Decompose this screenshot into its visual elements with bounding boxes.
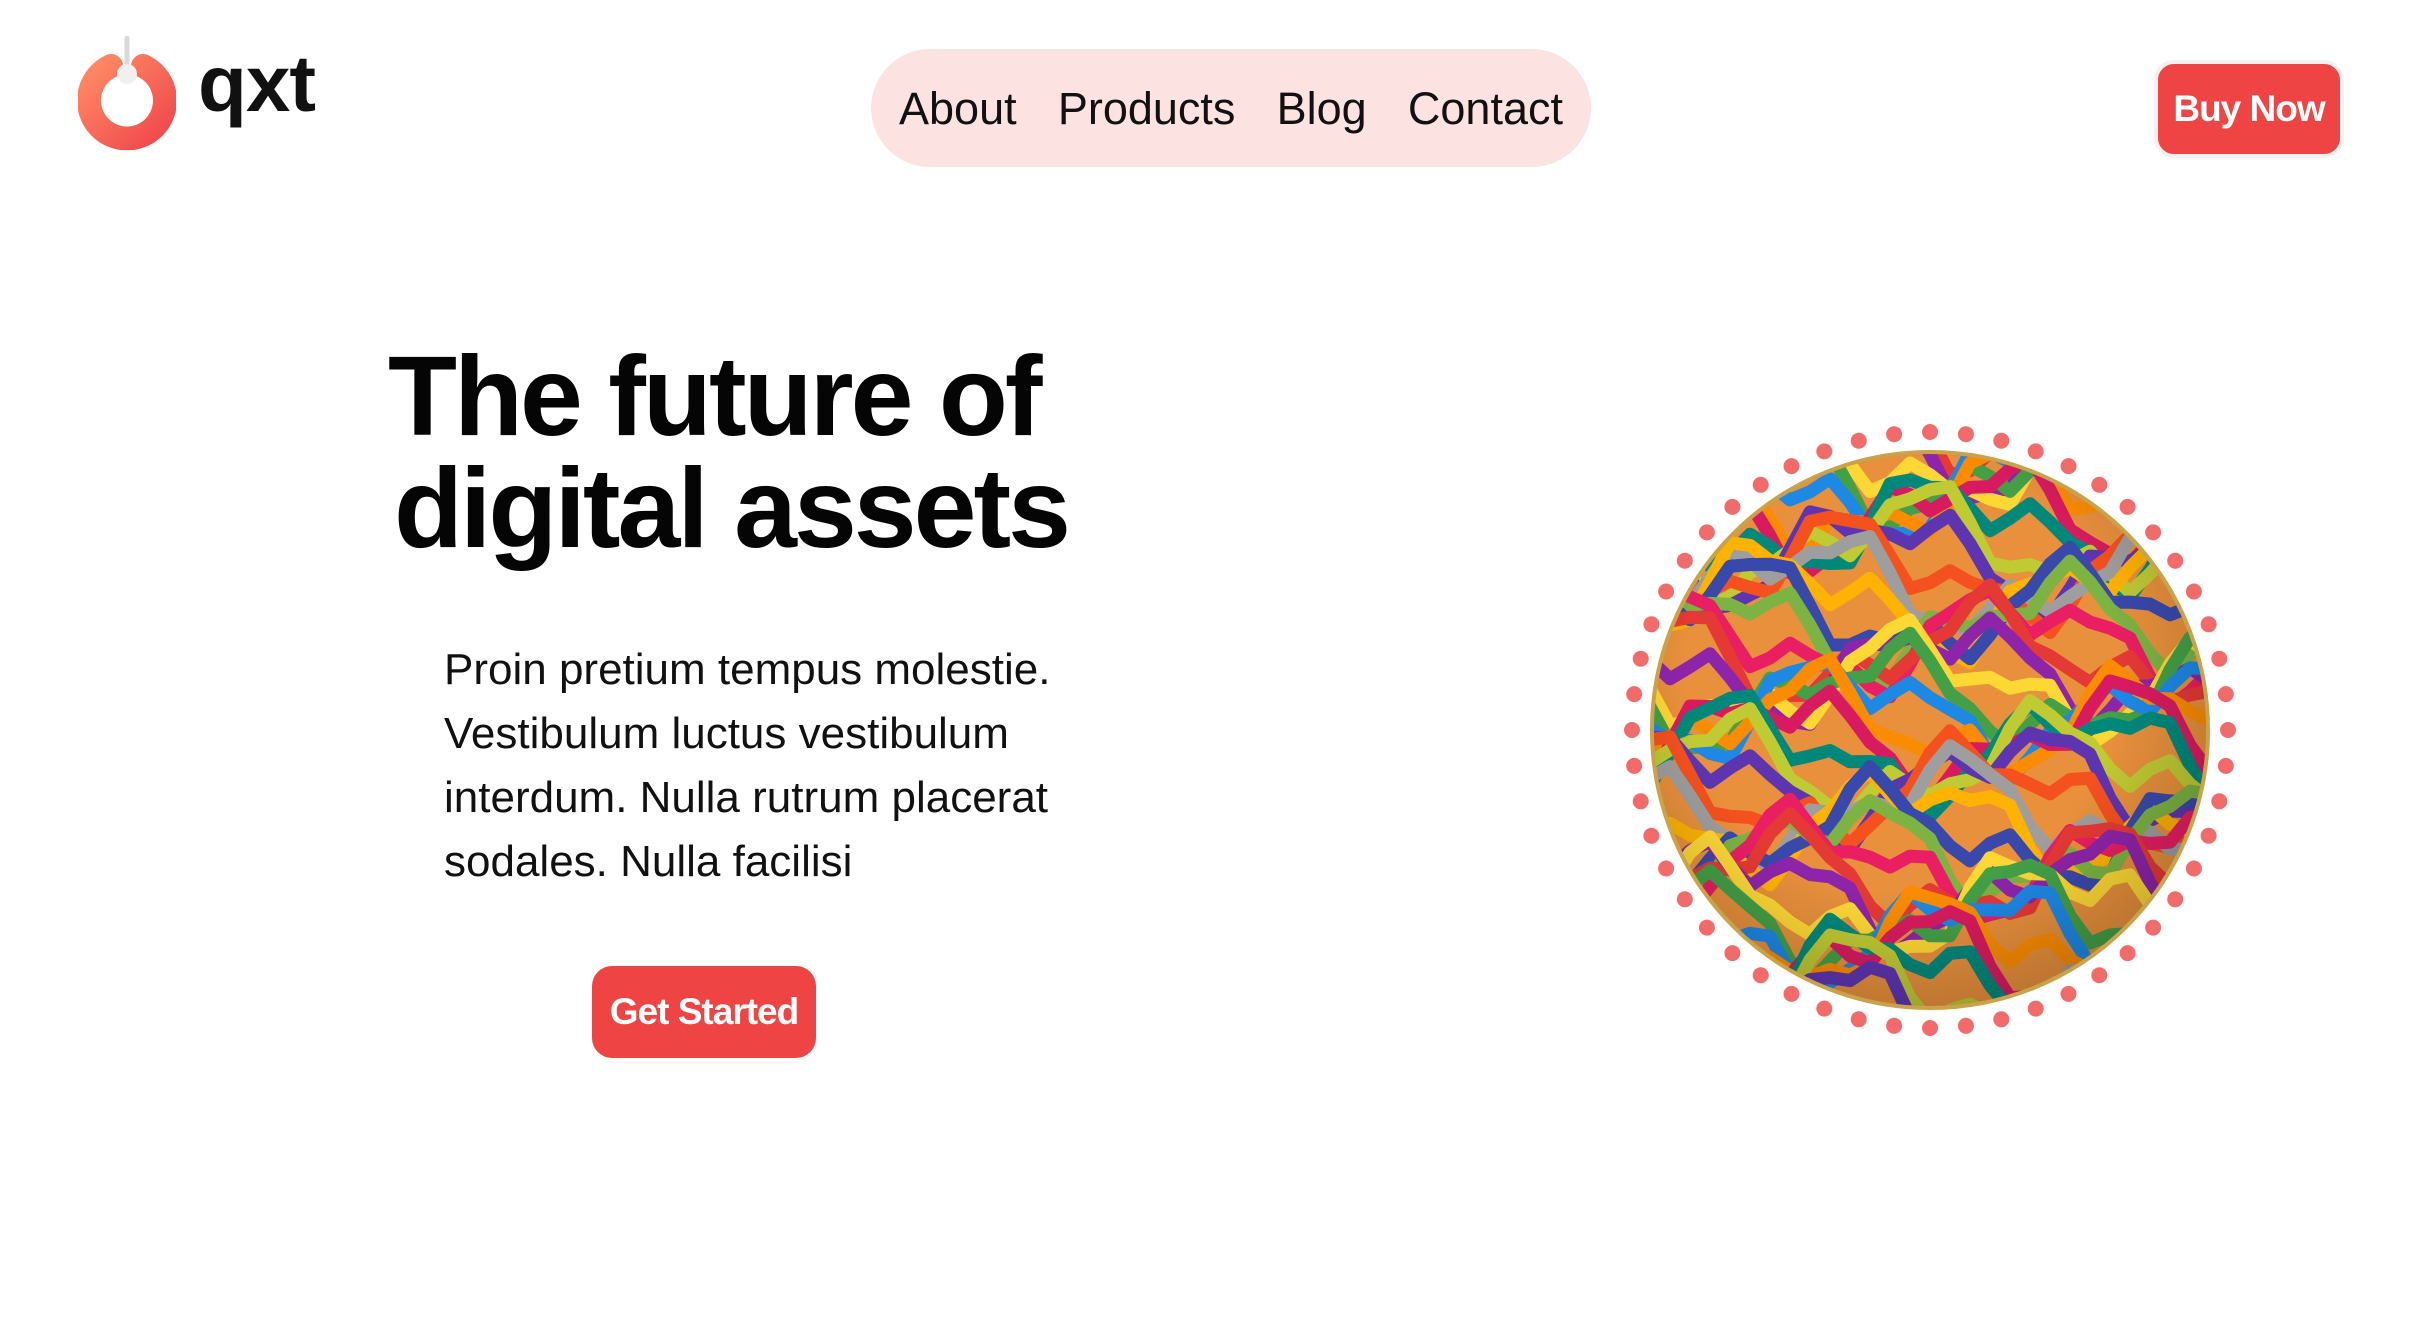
ring-dot: [1816, 443, 1833, 460]
nav-link-about[interactable]: About: [899, 86, 1017, 131]
ring-dot: [2211, 650, 2228, 667]
ring-dot: [2145, 919, 2162, 936]
hero-title-line-2: digital assets: [394, 445, 1071, 571]
ring-dot: [2167, 891, 2184, 908]
brand-logo[interactable]: qxt: [78, 36, 316, 150]
ring-dot: [1993, 1011, 2010, 1028]
ring-dot: [1626, 757, 1643, 774]
ring-dot: [2091, 967, 2108, 984]
ring-dot: [1752, 967, 1769, 984]
ring-dot: [2185, 583, 2202, 600]
ring-dot: [2167, 552, 2184, 569]
ring-dot: [1993, 432, 2010, 449]
ring-dot: [2060, 458, 2077, 475]
nav-link-products[interactable]: Products: [1058, 86, 1236, 131]
ring-dot: [2217, 686, 2234, 703]
ring-dot: [1643, 616, 1660, 633]
ring-dot: [2091, 476, 2108, 493]
ring-dot: [1643, 827, 1660, 844]
ring-dot: [1957, 1017, 1974, 1034]
marbled-sphere-image: [1610, 420, 2250, 1060]
nav-link-blog[interactable]: Blog: [1277, 86, 1367, 131]
ring-dot: [1957, 426, 1974, 443]
ring-dot: [1632, 650, 1649, 667]
ring-dot: [2200, 827, 2217, 844]
ring-dot: [2211, 793, 2228, 810]
buy-now-button[interactable]: Buy Now: [2154, 60, 2344, 158]
ring-dot: [1624, 722, 1640, 738]
get-started-button[interactable]: Get Started: [592, 966, 816, 1058]
ring-dot: [1724, 498, 1741, 515]
ring-dot: [1676, 552, 1693, 569]
power-ring-icon: [78, 36, 176, 150]
ring-dot: [1724, 945, 1741, 962]
sphere-swirl: [1652, 452, 2208, 1008]
ring-dot: [1698, 524, 1715, 541]
hero-title: The future of digital assets: [388, 333, 1071, 571]
ring-dot: [1632, 793, 1649, 810]
ring-dot: [1850, 1011, 1867, 1028]
ring-dot: [1783, 985, 1800, 1002]
ring-dot: [1922, 1020, 1938, 1036]
nav-link-contact[interactable]: Contact: [1408, 86, 1563, 131]
landing-page: qxt About Products Blog Contact Buy Now …: [0, 0, 2413, 1320]
ring-dot: [2220, 722, 2236, 738]
ring-dot: [2027, 1000, 2044, 1017]
ring-dot: [1886, 1017, 1903, 1034]
ring-dot: [2145, 524, 2162, 541]
ring-dot: [2060, 985, 2077, 1002]
brand-name: qxt: [198, 39, 316, 128]
ring-dot: [1816, 1000, 1833, 1017]
ring-dot: [2119, 498, 2136, 515]
ring-dot: [2119, 945, 2136, 962]
hero-description: Proin pretium tempus molestie. Vestibulu…: [444, 645, 1051, 886]
ring-dot: [2185, 860, 2202, 877]
ring-dot: [1886, 426, 1903, 443]
main-nav: About Products Blog Contact: [871, 49, 1591, 167]
hero-title-line-1: The future of: [388, 333, 1042, 459]
ring-dot: [2027, 443, 2044, 460]
ring-dot: [1658, 583, 1675, 600]
ring-dot: [1922, 424, 1938, 440]
ring-dot: [1752, 476, 1769, 493]
ring-dot: [1626, 686, 1643, 703]
ring-dot: [2200, 616, 2217, 633]
ring-dot: [1676, 891, 1693, 908]
ring-dot: [1658, 860, 1675, 877]
ring-dot: [1698, 919, 1715, 936]
ring-dot: [1783, 458, 1800, 475]
ring-dot: [1850, 432, 1867, 449]
ring-dot: [2217, 757, 2234, 774]
